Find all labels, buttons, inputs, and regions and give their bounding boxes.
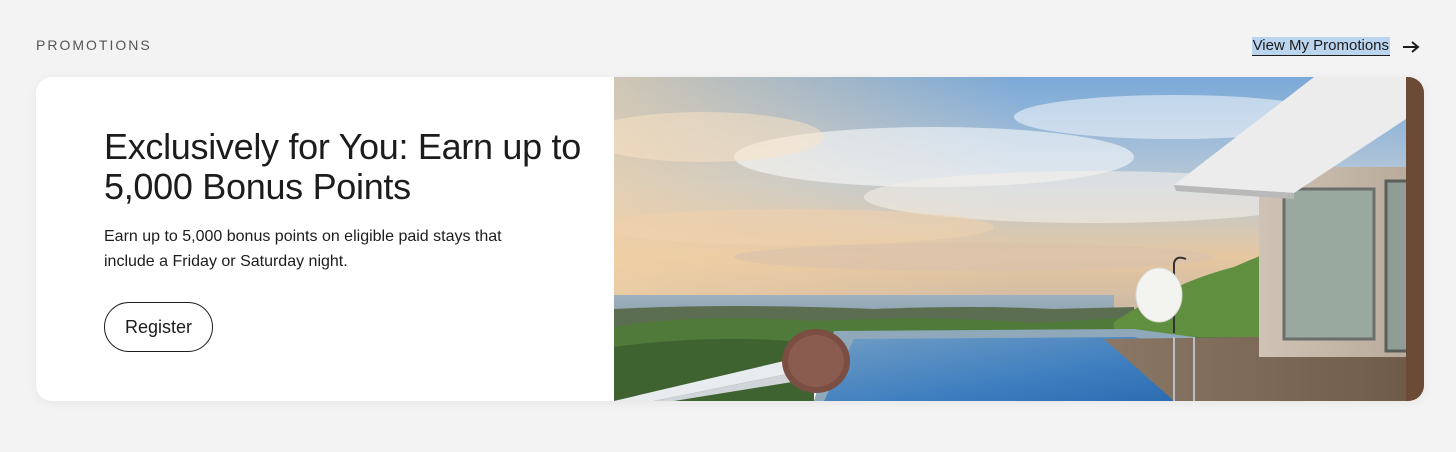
view-my-promotions-link[interactable]: View My Promotions — [1251, 37, 1420, 56]
section-heading: PROMOTIONS — [36, 37, 152, 53]
promotion-description: Earn up to 5,000 bonus points on eligibl… — [104, 228, 502, 270]
promotion-title: Exclusively for You: Earn up to 5,000 Bo… — [104, 126, 581, 207]
promotion-text-panel: Exclusively for You: Earn up to 5,000 Bo… — [36, 77, 614, 401]
view-my-promotions-label[interactable]: View My Promotions — [1251, 37, 1390, 56]
register-button[interactable]: Register — [104, 302, 214, 352]
promotion-image — [614, 77, 1424, 401]
promotions-section: PROMOTIONS View My Promotions Exclusivel… — [0, 0, 1456, 452]
arrow-right-icon — [1403, 40, 1420, 53]
promotion-card: Exclusively for You: Earn up to 5,000 Bo… — [36, 77, 1424, 401]
